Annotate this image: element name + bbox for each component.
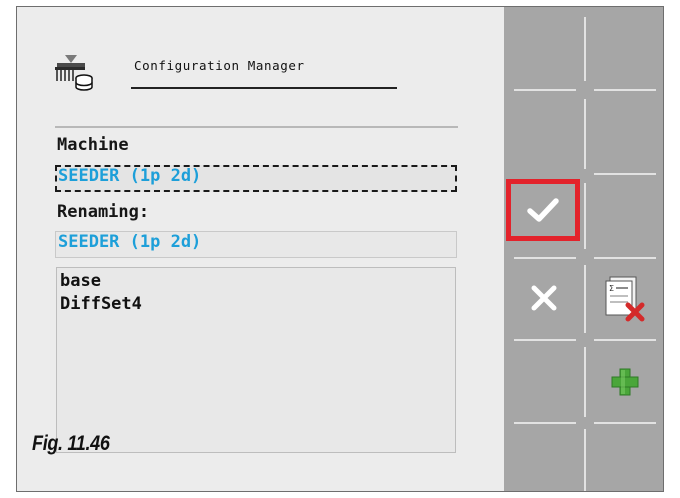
softkey-divider <box>594 339 656 341</box>
softkey-divider <box>594 422 656 424</box>
figure-caption: Fig. 11.46 <box>32 432 110 455</box>
configuration-panel: Configuration Manager Machine SEEDER (1p… <box>17 7 504 491</box>
section-divider <box>55 126 458 128</box>
machine-value: SEEDER (1p 2d) <box>58 166 202 186</box>
delete-list-button[interactable]: Σ <box>588 263 662 333</box>
delete-list-icon: Σ <box>605 276 645 322</box>
softkey-divider <box>514 339 576 341</box>
softkey-divider <box>514 89 576 91</box>
softkey-divider <box>584 17 586 81</box>
softkey-divider <box>584 347 586 417</box>
close-icon <box>531 285 557 311</box>
seeder-database-icon <box>55 55 93 91</box>
highlight-frame <box>506 179 580 241</box>
softkey-divider <box>594 257 656 259</box>
softkey-divider <box>584 99 586 169</box>
softkey-divider <box>584 429 586 491</box>
softkey-divider <box>514 422 576 424</box>
svg-text:Σ: Σ <box>609 284 614 293</box>
softkey-column: Σ <box>504 7 663 491</box>
cancel-button[interactable] <box>508 263 580 333</box>
machine-label: Machine <box>57 135 129 155</box>
terminal-screen: Configuration Manager Machine SEEDER (1p… <box>16 6 664 492</box>
add-button[interactable] <box>588 347 662 417</box>
renaming-value: SEEDER (1p 2d) <box>58 232 202 252</box>
softkey-divider <box>594 173 656 175</box>
title-underline <box>131 87 397 89</box>
diffset-list[interactable]: base DiffSet4 <box>56 267 456 453</box>
renaming-label: Renaming: <box>57 202 150 222</box>
plus-icon <box>611 368 639 396</box>
softkey-divider <box>584 183 586 249</box>
softkey-divider <box>594 89 656 91</box>
list-item[interactable]: DiffSet4 <box>60 294 142 314</box>
page-title: Configuration Manager <box>134 58 305 73</box>
softkey-divider <box>514 257 576 259</box>
list-item[interactable]: base <box>60 271 101 291</box>
softkey-divider <box>584 265 586 333</box>
